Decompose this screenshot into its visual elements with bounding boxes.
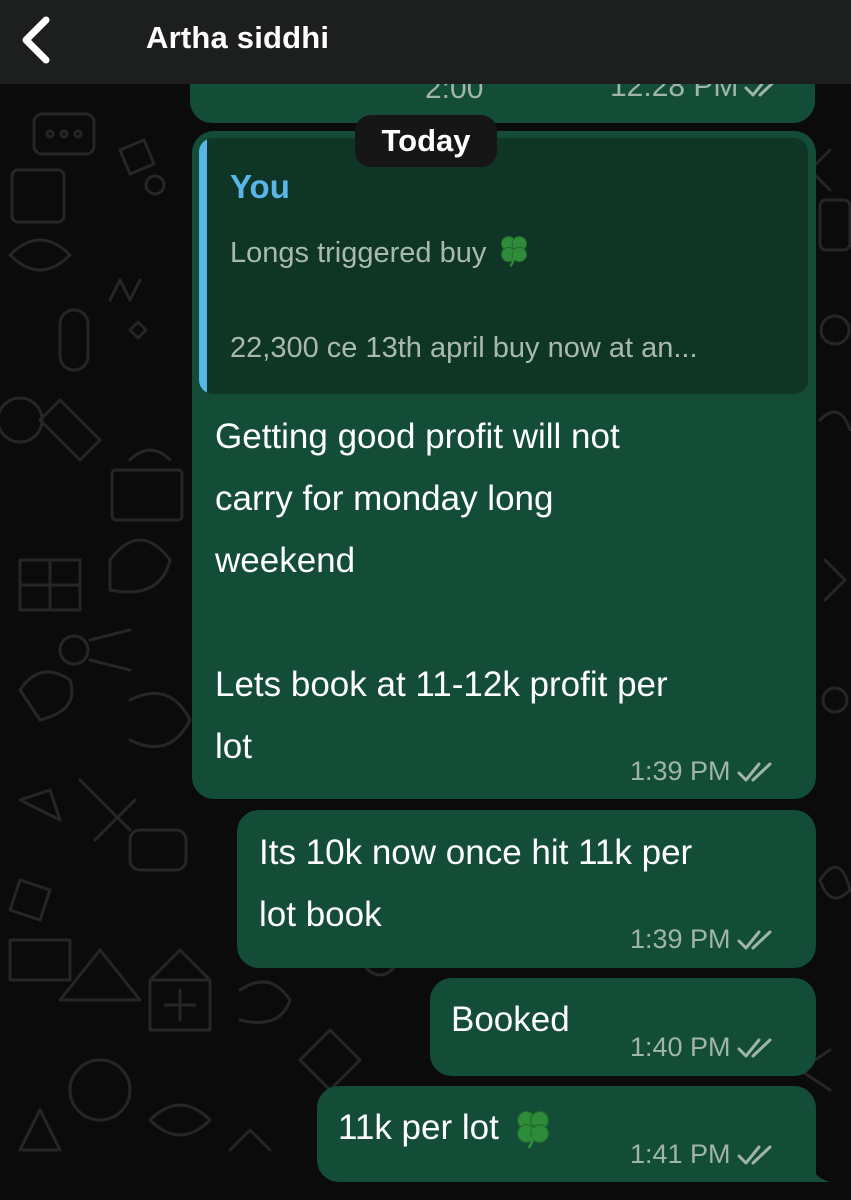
four-leaf-clover-icon (501, 236, 528, 267)
message-time: 1:39 PM (630, 924, 731, 954)
message-content: 11k per lot (338, 1097, 555, 1159)
quote-line-1: Longs triggered buy (230, 232, 534, 270)
message-meta: 1:39 PM (630, 756, 775, 787)
message-time: 1:40 PM (630, 1032, 731, 1062)
bubble-tail (806, 1150, 830, 1182)
chat-header: Artha siddhi (0, 0, 851, 84)
double-check-icon (737, 930, 772, 949)
chevron-left-icon (22, 16, 50, 64)
back-button[interactable] (16, 14, 60, 66)
four-leaf-clover-icon (516, 1110, 549, 1149)
message-meta: 1:40 PM (630, 1032, 775, 1063)
message-text: Getting good profit will not carry for m… (215, 417, 668, 766)
reply-quote[interactable]: You Longs triggered buy 22,300 ce 13th a… (199, 138, 808, 394)
message-meta: 1:41 PM (630, 1139, 775, 1170)
quote-line-2: 22,300 ce 13th april buy now at an... (230, 332, 698, 364)
quote-accent-bar (199, 138, 207, 394)
message-time: 1:41 PM (630, 1139, 731, 1169)
message-text: Its 10k now once hit 11k per lot book (259, 833, 693, 934)
date-chip: Today (355, 115, 497, 167)
double-check-icon (737, 1038, 772, 1057)
quote-author: You (230, 168, 290, 205)
message-time: 1:39 PM (630, 756, 731, 786)
message-meta: 1:39 PM (630, 924, 775, 955)
message-text: 11k per lot (338, 1108, 499, 1147)
contact-name[interactable]: Artha siddhi (146, 20, 329, 56)
quote-text: Longs triggered buy (230, 237, 487, 269)
double-check-icon (737, 1145, 772, 1164)
message-text: Booked (451, 1000, 570, 1039)
double-check-icon (737, 762, 772, 781)
